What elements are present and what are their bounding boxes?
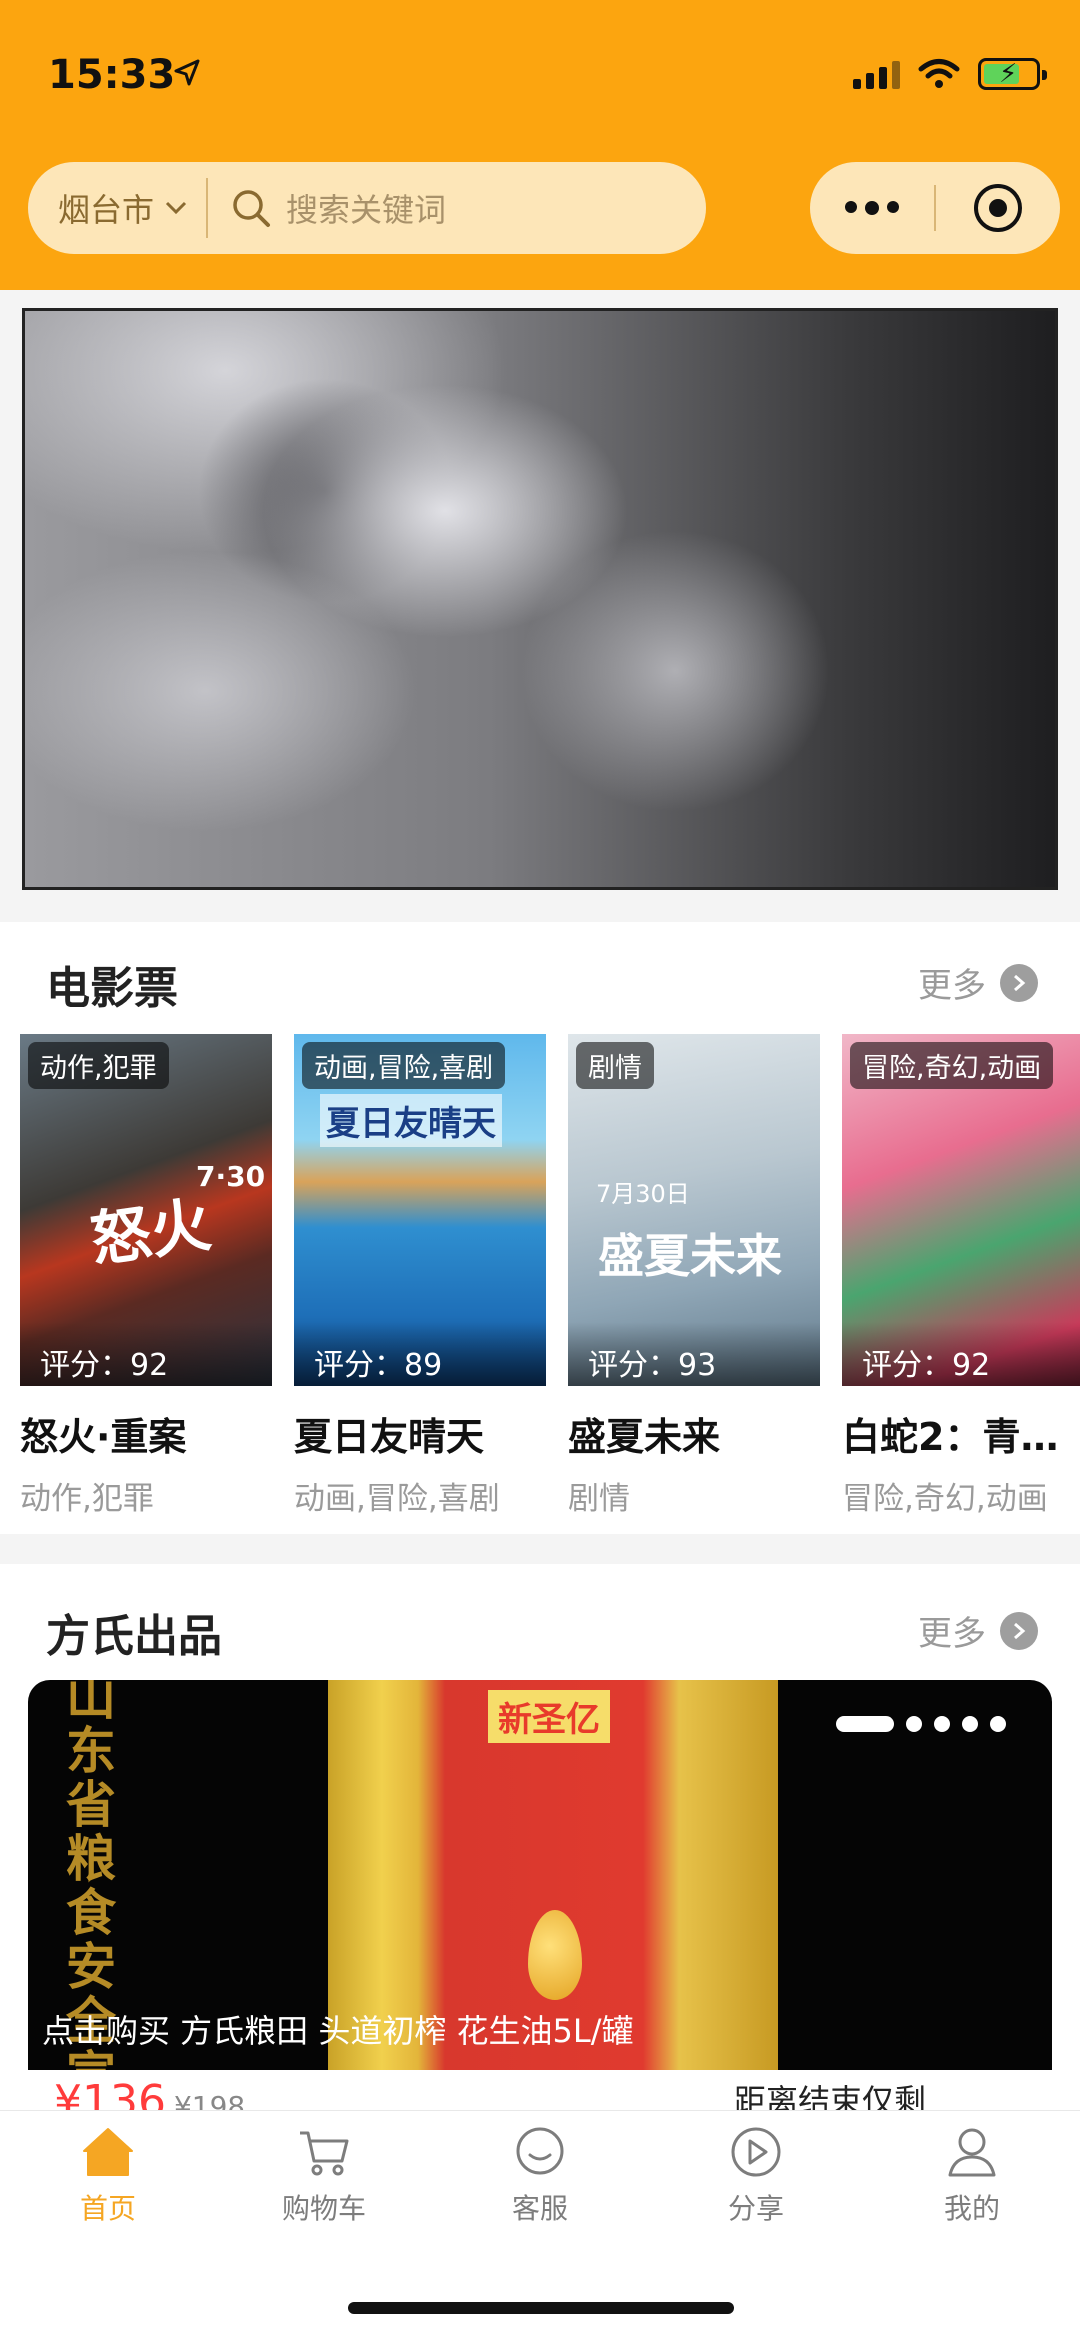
location-arrow-icon: [174, 59, 200, 86]
oil-drop-graphic: [528, 1910, 582, 2000]
movie-poster: 盛夏未来 7月30日 剧情 评分：93: [568, 1034, 820, 1386]
tab-label: 首页: [79, 2192, 136, 2225]
section-title-movies: 电影票: [46, 963, 178, 1014]
home-indicator: [348, 2302, 734, 2314]
tab-label: 客服: [511, 2192, 568, 2225]
poster-title: 夏日友晴天: [320, 1094, 502, 1147]
movie-name: 白蛇2：青…: [842, 1415, 1059, 1459]
movie-list: 怒火 7·30 动作,犯罪 评分：92 怒火·重案 动作,犯罪 夏日友晴天 动画…: [20, 1034, 1080, 1514]
tab-cart[interactable]: 购物车: [216, 2125, 432, 2227]
more-options-button[interactable]: [810, 201, 934, 215]
movie-card[interactable]: 盛夏未来 7月30日 剧情 评分：93 盛夏未来 剧情: [568, 1034, 820, 1514]
tab-label: 购物车: [281, 2192, 366, 2225]
status-time: 15:33: [48, 52, 176, 98]
tab-service[interactable]: 客服: [432, 2125, 648, 2227]
target-icon: [974, 184, 1022, 232]
movie-card[interactable]: 夏日友晴天 动画,冒险,喜剧 评分：89 夏日友晴天 动画,冒险,喜剧: [294, 1034, 546, 1514]
movie-card[interactable]: 怒火 7·30 动作,犯罪 评分：92 怒火·重案 动作,犯罪: [20, 1034, 272, 1514]
cart-icon: [300, 2131, 349, 2176]
movie-genre: 动画,冒险,喜剧: [294, 1481, 500, 1514]
search-input[interactable]: 搜索关键词: [286, 185, 446, 231]
status-icons: ⚡: [853, 58, 1047, 90]
more-label: 更多: [918, 1614, 986, 1654]
movie-genre: 动作,犯罪: [20, 1481, 154, 1514]
countdown-label: 距离结束仅剩: [734, 2082, 927, 2114]
tab-share[interactable]: 分享: [648, 2125, 864, 2227]
more-movies-button[interactable]: 更多: [918, 958, 1038, 1007]
page: 15:33 ⚡ 烟台市 搜索关键词 电影票 更多 怒火 7·30 动作,犯罪 评…: [0, 0, 1080, 2339]
product-price: ¥136 ¥198: [54, 2076, 245, 2114]
movie-poster: 冒险,奇幻,动画 评分：92: [842, 1034, 1080, 1386]
movie-rating: 评分：92: [842, 1322, 1080, 1386]
chevron-right-icon: [1000, 963, 1038, 1002]
poster-title: 盛夏未来: [598, 1229, 782, 1283]
share-icon: [731, 2127, 781, 2177]
movie-poster: 夏日友晴天 动画,冒险,喜剧 评分：89: [294, 1034, 546, 1386]
tab-home[interactable]: 首页: [0, 2125, 216, 2227]
city-selector[interactable]: 烟台市: [28, 178, 209, 238]
product-caption: 点击购买 方氏粮田 头道初榨 花生油5L/罐: [42, 2012, 634, 2050]
movie-card[interactable]: 冒险,奇幻,动画 评分：92 白蛇2：青… 冒险,奇幻,动画: [842, 1034, 1080, 1514]
city-label: 烟台市: [58, 191, 155, 229]
section-title-fang: 方氏出品: [46, 1611, 222, 1662]
banner-area: [0, 290, 1080, 916]
movie-tag: 动画,冒险,喜剧: [302, 1042, 506, 1089]
movie-name: 盛夏未来: [568, 1415, 721, 1459]
carousel-pager: [836, 1716, 1006, 1732]
user-icon: [948, 2128, 996, 2177]
movie-rating: 评分：92: [20, 1322, 272, 1386]
more-products-button[interactable]: 更多: [918, 1606, 1038, 1655]
movie-section: 电影票 更多 怒火 7·30 动作,犯罪 评分：92 怒火·重案 动作,犯罪 夏: [0, 922, 1080, 1534]
poster-date: 7月30日: [596, 1180, 690, 1208]
movie-poster: 怒火 7·30 动作,犯罪 评分：92: [20, 1034, 272, 1386]
chevron-down-icon: [165, 201, 187, 215]
banner-image[interactable]: [22, 308, 1058, 890]
movie-name: 夏日友晴天: [294, 1415, 485, 1459]
poster-date: 7·30: [196, 1160, 266, 1193]
movie-rating: 评分：93: [568, 1322, 820, 1386]
product-carousel[interactable]: 山东省粮食安全宣传教育基 新圣亿 点击购买 方氏粮田 头道初榨 花生油5L/罐: [28, 1680, 1052, 2070]
wifi-icon: [918, 59, 960, 88]
search-icon: [233, 190, 271, 227]
current-price: ¥136: [54, 2076, 166, 2114]
movie-rating: 评分：89: [294, 1322, 546, 1386]
product-brand-logo: 新圣亿: [488, 1690, 610, 1743]
header: 15:33 ⚡ 烟台市 搜索关键词: [0, 0, 1080, 290]
signal-icon: [853, 59, 900, 89]
mini-program-capsule: [810, 162, 1060, 254]
tab-profile[interactable]: 我的: [864, 2125, 1080, 2227]
movie-genre: 剧情: [568, 1481, 630, 1514]
search-bar[interactable]: 烟台市 搜索关键词: [28, 162, 706, 254]
battery-icon: ⚡: [978, 58, 1047, 90]
chat-icon: [516, 2127, 564, 2175]
movie-tag: 动作,犯罪: [28, 1042, 169, 1089]
home-icon: [83, 2128, 133, 2176]
movie-tag: 冒险,奇幻,动画: [850, 1042, 1054, 1089]
more-label: 更多: [918, 966, 986, 1006]
movie-genre: 冒险,奇幻,动画: [842, 1481, 1048, 1514]
movie-tag: 剧情: [576, 1042, 654, 1089]
tab-label: 我的: [943, 2192, 1000, 2225]
product-price-row: ¥136 ¥198 距离结束仅剩: [28, 2070, 1052, 2114]
tab-label: 分享: [727, 2192, 784, 2225]
movie-name: 怒火·重案: [20, 1415, 187, 1459]
chevron-right-icon: [1000, 1611, 1038, 1650]
fang-section: 方氏出品 更多 山东省粮食安全宣传教育基 新圣亿 点击购买 方氏粮田 头道初榨 …: [0, 1564, 1080, 2114]
close-program-button[interactable]: [936, 182, 1060, 234]
